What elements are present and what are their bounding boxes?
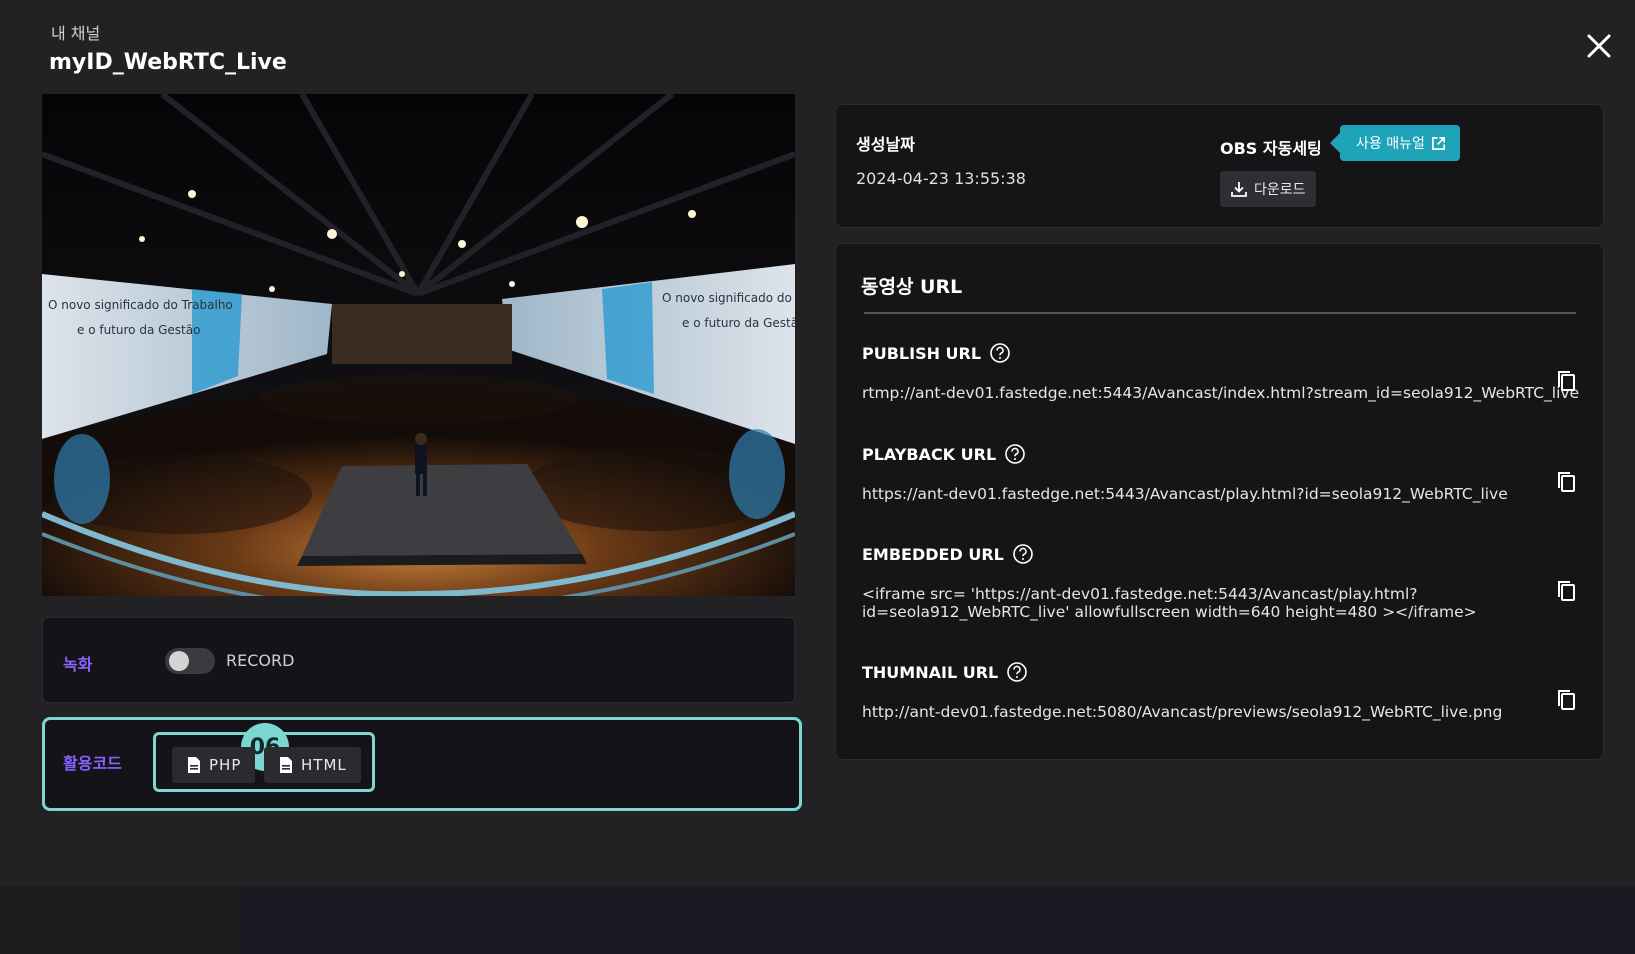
copy-icon[interactable] (1554, 368, 1580, 394)
playback-url-item: PLAYBACK URL https://ant-dev01.fastedge.… (862, 443, 1562, 503)
close-icon[interactable] (1583, 30, 1615, 62)
html-label: HTML (301, 756, 347, 774)
breadcrumb: 내 채널 (51, 24, 101, 43)
toggle-knob (169, 651, 189, 671)
obs-auto-setting-label: OBS 자동세팅 (1220, 139, 1322, 158)
copy-icon[interactable] (1554, 578, 1580, 604)
screen-text: e o futuro da Gestão (682, 316, 795, 330)
php-label: PHP (209, 756, 242, 774)
publish-url-value: rtmp://ant-dev01.fastedge.net:5443/Avanc… (862, 384, 1580, 402)
user-manual-label: 사용 매뉴얼 (1356, 136, 1425, 152)
record-toggle[interactable] (165, 648, 215, 674)
created-date-label: 생성날짜 (856, 135, 915, 154)
copy-icon[interactable] (1554, 687, 1580, 713)
html-code-button[interactable]: HTML (264, 747, 361, 783)
thumbnail-url-label: THUMNAIL URL (862, 662, 999, 682)
thumbnail-url-value: http://ant-dev01.fastedge.net:5080/Avanc… (862, 703, 1503, 721)
download-label: 다운로드 (1254, 182, 1306, 198)
help-icon[interactable] (1012, 543, 1034, 565)
created-date-value: 2024-04-23 13:55:38 (856, 169, 1026, 188)
background-sidebar (0, 886, 240, 954)
document-icon (188, 757, 200, 773)
screen-text: O novo significado do Trabalho (48, 298, 233, 312)
screen-text: O novo significado do Trabalho (662, 291, 795, 305)
help-icon[interactable] (1006, 661, 1028, 683)
record-toggle-label: RECORD (226, 651, 295, 670)
download-icon (1231, 182, 1247, 197)
copy-icon[interactable] (1554, 469, 1580, 495)
code-button-group: 06 PHP HTML (153, 723, 375, 792)
playback-url-value: https://ant-dev01.fastedge.net:5443/Avan… (862, 485, 1508, 503)
record-panel: 녹화 RECORD (42, 617, 795, 703)
publish-url-label: PUBLISH URL (862, 343, 982, 363)
video-url-panel: 동영상 URL PUBLISH URL rtmp://ant-dev01.fas… (835, 243, 1604, 760)
document-icon (280, 757, 292, 773)
external-link-icon (1431, 136, 1445, 150)
embedded-url-value-line2: id=seola912_WebRTC_live' allowfullscreen… (862, 603, 1477, 621)
background-page (0, 886, 1635, 954)
embedded-url-value: <iframe src= 'https://ant-dev01.fastedge… (862, 585, 1418, 603)
channel-modal: 내 채널 myID_WebRTC_Live O novo significado… (0, 0, 1635, 886)
screen-text: e o futuro da Gestão (77, 323, 200, 337)
playback-url-label: PLAYBACK URL (862, 444, 997, 464)
help-icon[interactable] (1004, 443, 1026, 465)
page-title: myID_WebRTC_Live (49, 50, 287, 75)
info-panel: 생성날짜 2024-04-23 13:55:38 OBS 자동세팅 사용 매뉴얼… (835, 104, 1604, 228)
code-label: 활용코드 (63, 754, 122, 773)
divider (864, 312, 1576, 314)
download-button[interactable]: 다운로드 (1220, 171, 1316, 207)
url-section-title: 동영상 URL (861, 276, 963, 298)
embedded-url-label: EMBEDDED URL (862, 544, 1004, 564)
code-panel: 활용코드 06 PHP HTML (42, 717, 802, 811)
php-code-button[interactable]: PHP (172, 747, 256, 783)
record-label: 녹화 (63, 655, 93, 674)
publish-url-item: PUBLISH URL rtmp://ant-dev01.fastedge.ne… (862, 342, 1580, 402)
help-icon[interactable] (989, 342, 1011, 364)
thumbnail-url-item: THUMNAIL URL http://ant-dev01.fastedge.n… (862, 661, 1562, 721)
video-preview[interactable]: O novo significado do Trabalho e o futur… (42, 94, 795, 596)
embedded-url-item: EMBEDDED URL <iframe src= 'https://ant-d… (862, 543, 1562, 621)
user-manual-button[interactable]: 사용 매뉴얼 (1330, 125, 1460, 161)
